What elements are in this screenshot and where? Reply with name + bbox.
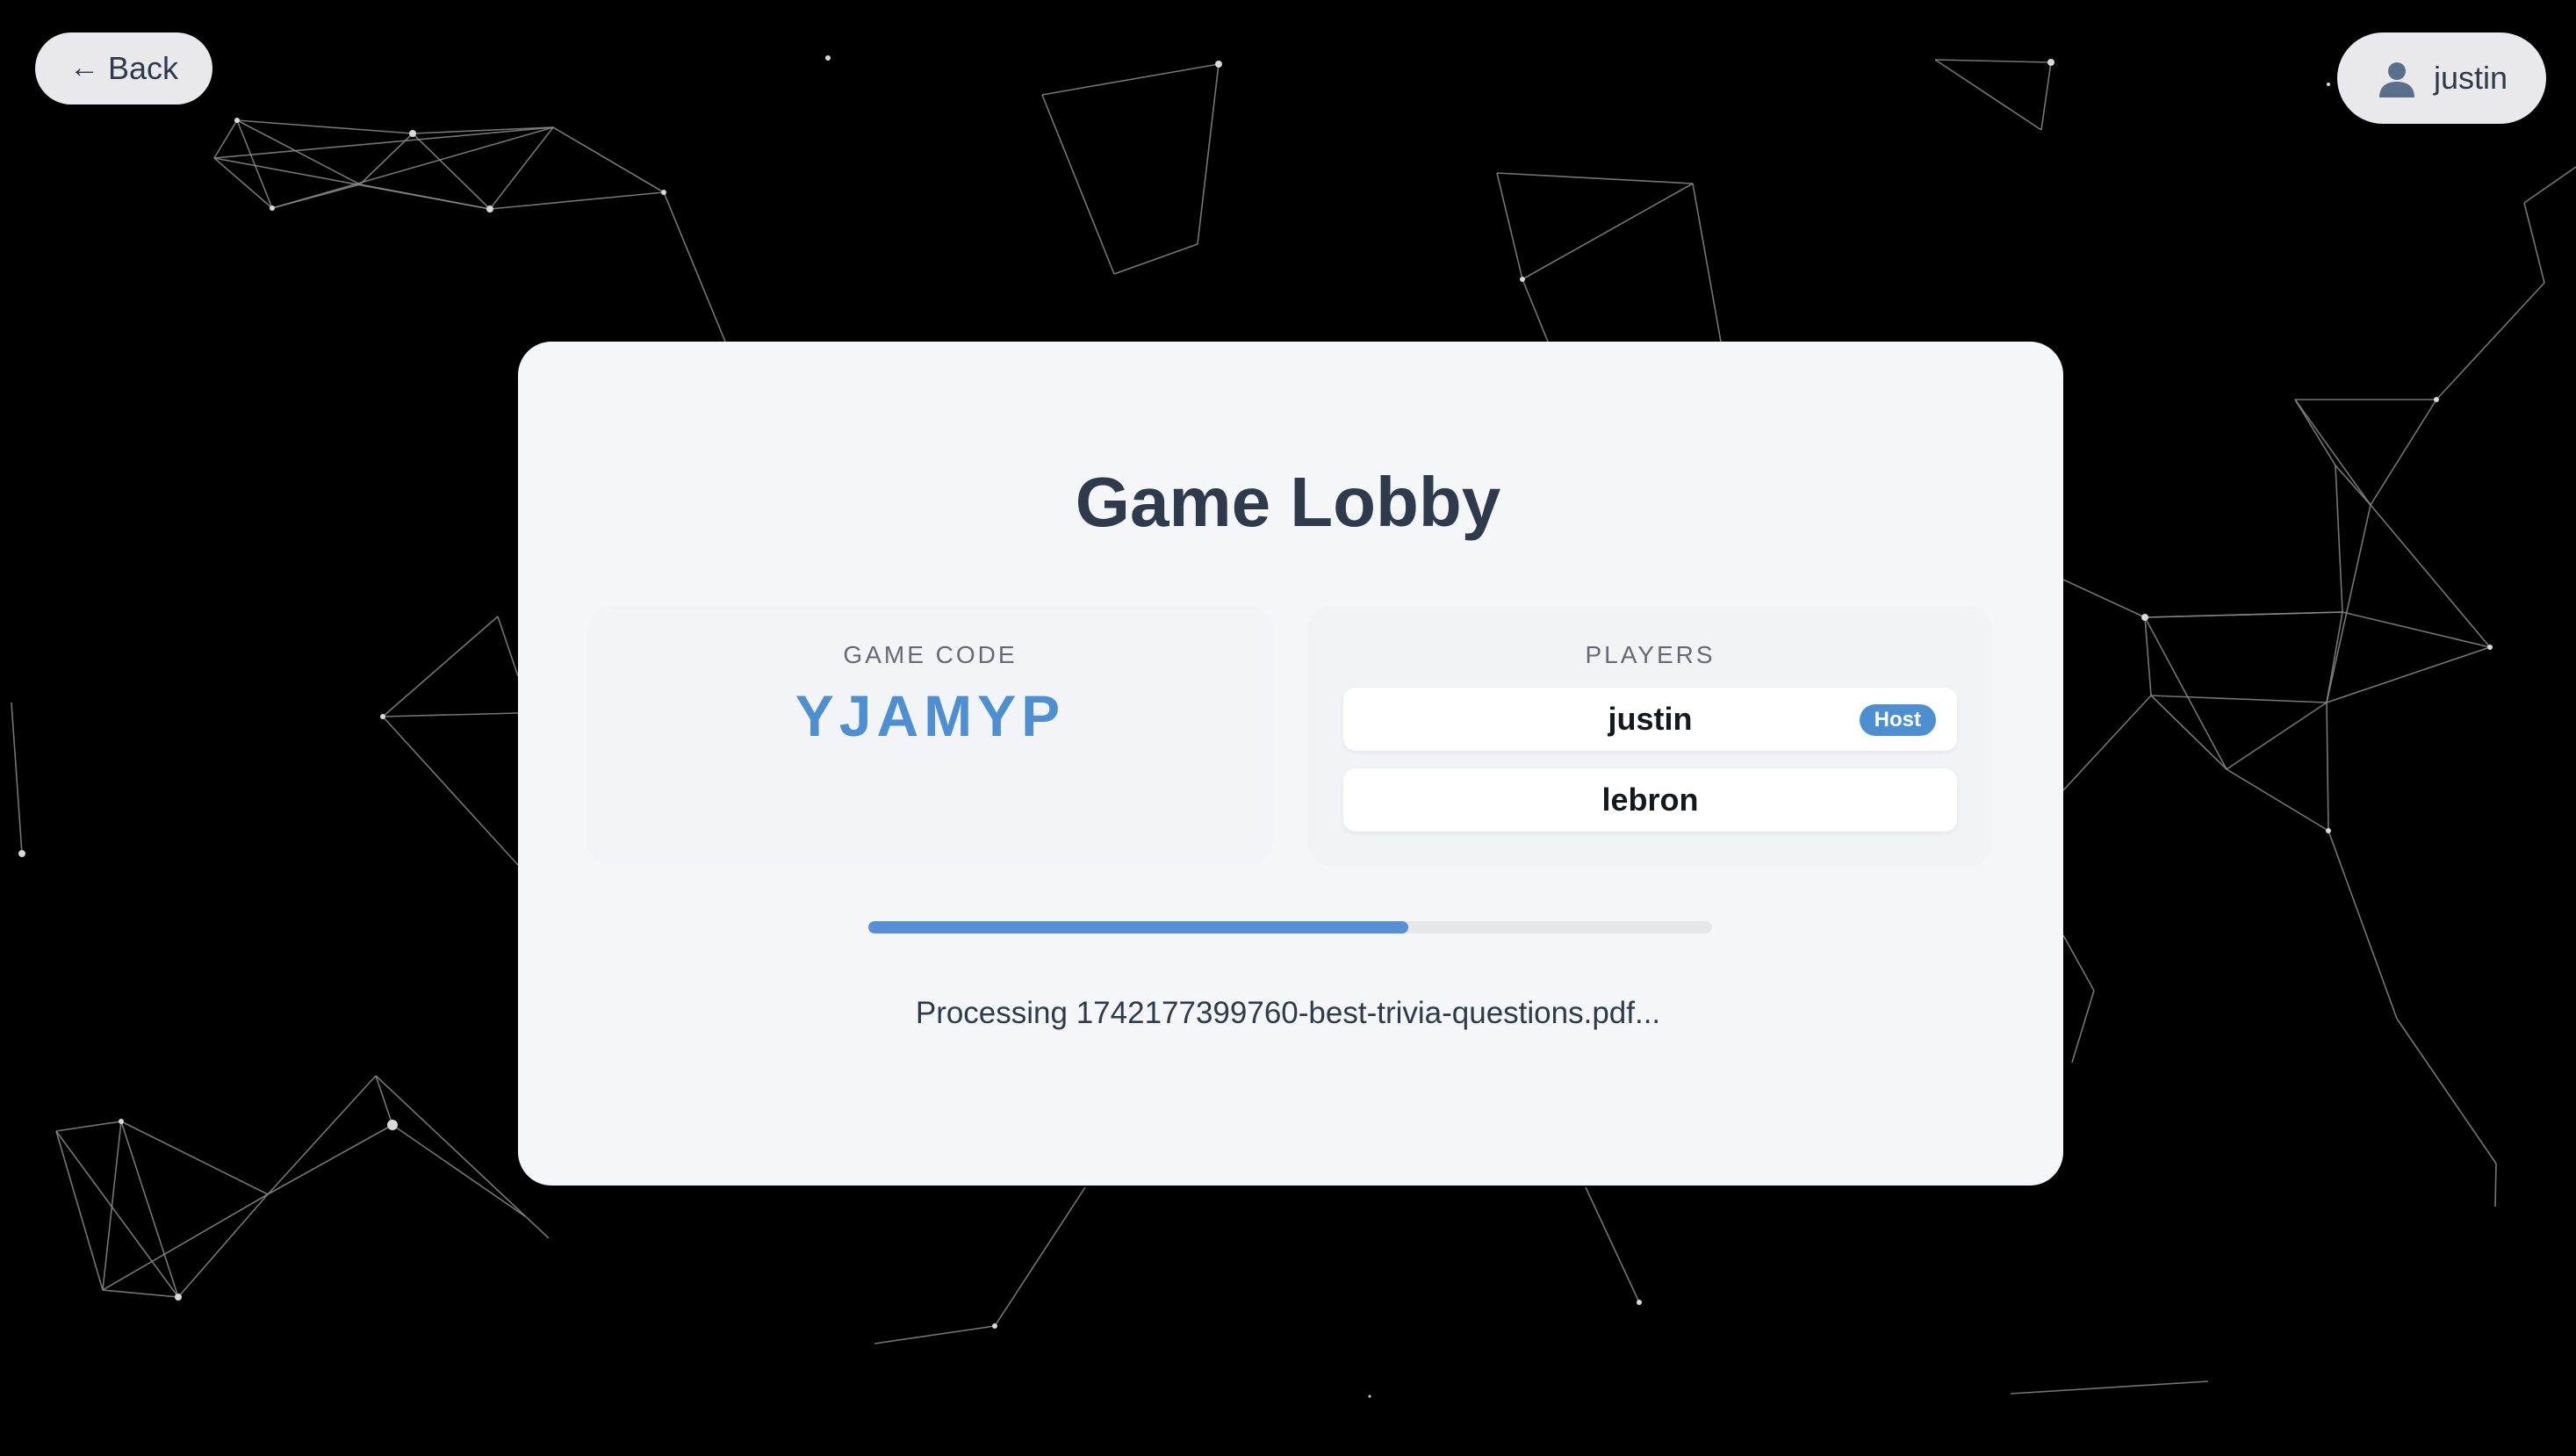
progress-bar-fill [868,921,1409,933]
user-profile-button[interactable]: justin [2337,32,2546,124]
processing-status: Processing 1742177399760-best-trivia-que… [915,996,1661,1030]
username-label: justin [2433,60,2508,96]
back-button[interactable]: ← Back [35,32,212,105]
game-code-panel: GAME CODE YJAMYP [588,606,1272,866]
host-badge: Host [1859,704,1936,736]
player-row: lebron [1343,768,1957,832]
progress-bar [868,921,1712,933]
lobby-screen: ← Back justin Game Lobby GAME CODE YJAMY… [0,0,2576,1456]
players-label: PLAYERS [1585,641,1716,668]
page-title: Game Lobby [1075,463,1501,541]
player-row: justin Host [1343,688,1957,751]
player-name: justin [1608,701,1693,737]
player-name: lebron [1601,782,1699,818]
user-avatar-icon [2378,62,2414,97]
arrow-left-icon: ← [68,51,99,84]
game-code-label: GAME CODE [843,641,1018,668]
back-button-label: Back [107,50,179,86]
players-panel: PLAYERS justin Host lebron [1308,606,1992,866]
game-code-value: YJAMYP [795,683,1066,748]
